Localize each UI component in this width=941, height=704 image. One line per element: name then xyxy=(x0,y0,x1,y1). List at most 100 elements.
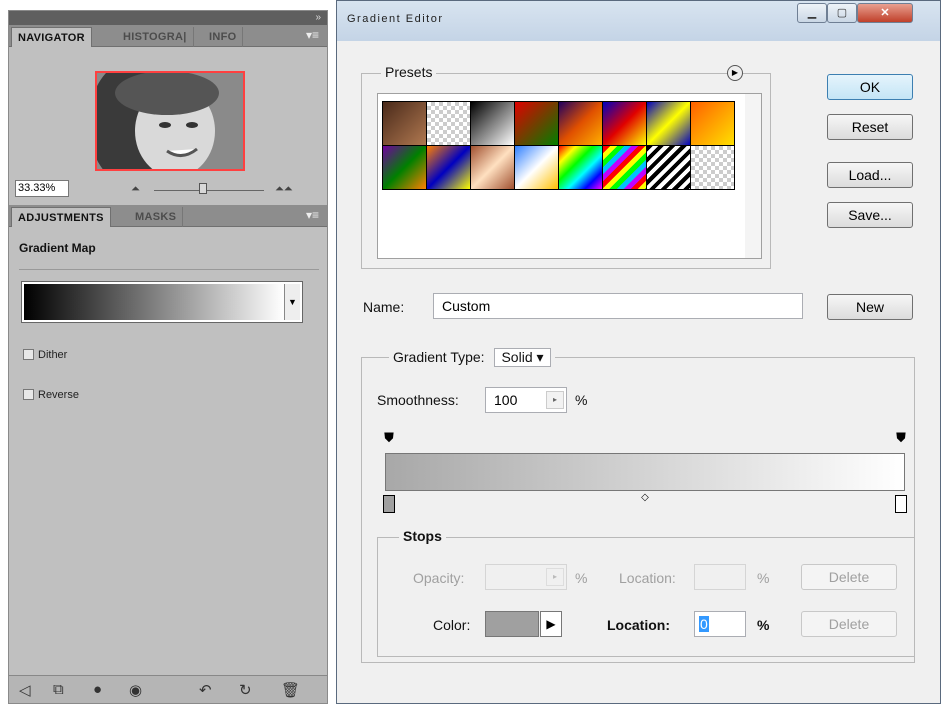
preset-swatch[interactable] xyxy=(558,145,603,190)
opacity-location-label: Location: xyxy=(619,570,676,586)
preset-swatch[interactable] xyxy=(382,145,427,190)
reset-icon[interactable]: ↻ xyxy=(239,681,252,699)
tab-masks[interactable]: MASKS xyxy=(129,207,184,227)
preset-swatch[interactable] xyxy=(470,145,515,190)
tab-info[interactable]: INFO xyxy=(203,27,244,47)
smoothness-percent: % xyxy=(575,392,588,408)
preset-swatch[interactable] xyxy=(646,145,691,190)
mask-icon[interactable]: ● xyxy=(93,681,102,698)
opacity-label: Opacity: xyxy=(413,570,465,586)
opacity-delete-button: Delete xyxy=(801,564,897,590)
preset-swatch[interactable] xyxy=(558,101,603,146)
smoothness-stepper-icon[interactable]: ▸ xyxy=(546,391,564,409)
reverse-checkbox[interactable]: Reverse xyxy=(23,389,79,401)
gradient-editor-dialog: Gradient Editor ▁ ▢ ✕ Presets ▶ OK Reset… xyxy=(336,0,941,704)
preset-swatch[interactable] xyxy=(426,101,471,146)
preset-swatch[interactable] xyxy=(470,101,515,146)
stops-label: Stops xyxy=(399,528,446,544)
color-stop-right-icon[interactable] xyxy=(895,495,907,513)
zoom-field[interactable]: 33.33% xyxy=(15,180,69,197)
dither-label: Dither xyxy=(38,349,68,361)
eye-icon[interactable]: ◉ xyxy=(129,681,142,699)
close-button[interactable]: ✕ xyxy=(857,3,913,23)
gradient-preview[interactable] xyxy=(24,284,284,320)
preset-swatch[interactable] xyxy=(602,145,647,190)
opacity-stop-left-icon[interactable]: ⛊ xyxy=(383,429,395,447)
opacity-percent: % xyxy=(575,570,588,586)
zoom-in-icon[interactable]: ⏶⏶ xyxy=(275,183,293,196)
photoshop-panels: » NAVIGATOR HISTOGRA| INFO ▾≡ 33.33% ⏶ ⏶… xyxy=(8,10,328,704)
name-field[interactable]: Custom xyxy=(433,293,803,319)
title-bar: Gradient Editor ▁ ▢ ✕ xyxy=(337,1,940,41)
presets-list[interactable] xyxy=(377,93,762,259)
name-label: Name: xyxy=(363,299,405,315)
color-stop-left-icon[interactable] xyxy=(383,495,395,513)
color-menu-arrow-icon[interactable]: ▶ xyxy=(540,611,562,637)
tab-navigator[interactable]: NAVIGATOR xyxy=(11,27,92,47)
preset-swatch[interactable] xyxy=(382,101,427,146)
dropdown-arrow-icon: ▾ xyxy=(536,349,544,365)
location-value: 0 xyxy=(699,616,709,632)
reverse-label: Reverse xyxy=(38,389,79,401)
preset-swatch[interactable] xyxy=(426,145,471,190)
presets-label: Presets xyxy=(381,64,437,80)
collapse-icon[interactable]: » xyxy=(315,11,321,25)
panel-menu-icon[interactable]: ▾≡ xyxy=(306,28,319,42)
preset-swatch[interactable] xyxy=(646,101,691,146)
navigator-preview[interactable] xyxy=(95,71,245,171)
smoothness-field[interactable]: 100 ▸ xyxy=(485,387,567,413)
tab-histogram[interactable]: HISTOGRA| xyxy=(117,27,194,47)
opacity-location-field xyxy=(694,564,746,590)
tab-adjustments[interactable]: ADJUSTMENTS xyxy=(11,207,111,227)
save-button[interactable]: Save... xyxy=(827,202,913,228)
clip-icon[interactable]: ⧉ xyxy=(53,681,64,698)
zoom-row: 33.33% ⏶ ⏶⏶ xyxy=(9,177,327,201)
color-label: Color: xyxy=(433,617,471,633)
preset-swatch[interactable] xyxy=(602,101,647,146)
presets-scrollbar[interactable] xyxy=(745,94,761,258)
divider xyxy=(19,269,319,270)
gradient-map-title: Gradient Map xyxy=(19,241,96,255)
trash-icon[interactable]: 🗑 xyxy=(281,681,300,699)
new-button[interactable]: New xyxy=(827,294,913,320)
load-button[interactable]: Load... xyxy=(827,162,913,188)
zoom-slider-thumb[interactable] xyxy=(199,183,207,194)
opacity-field: ▸ xyxy=(485,564,567,590)
navigator-tabbar: NAVIGATOR HISTOGRA| INFO ▾≡ xyxy=(9,25,327,47)
checkbox-box[interactable] xyxy=(23,349,34,360)
preset-swatch[interactable] xyxy=(514,101,559,146)
midpoint-diamond-icon[interactable]: ◇ xyxy=(639,489,651,507)
maximize-button[interactable]: ▢ xyxy=(827,3,857,23)
adjustments-menu-icon[interactable]: ▾≡ xyxy=(306,208,319,222)
gradient-bar[interactable] xyxy=(385,453,905,491)
opacity-location-percent: % xyxy=(757,570,770,586)
color-swatch[interactable] xyxy=(485,611,539,637)
view-previous-icon[interactable]: ↶ xyxy=(199,681,212,699)
gradient-type-select[interactable]: Solid ▾ xyxy=(494,348,551,367)
preset-swatch[interactable] xyxy=(690,145,735,190)
portrait-thumbnail xyxy=(97,73,243,169)
gradient-picker[interactable]: ▼ xyxy=(21,281,303,323)
preset-swatch[interactable] xyxy=(690,101,735,146)
opacity-stepper-icon: ▸ xyxy=(546,568,564,586)
presets-menu-icon[interactable]: ▶ xyxy=(727,65,743,81)
dither-checkbox[interactable]: Dither xyxy=(23,349,67,361)
opacity-stop-right-icon[interactable]: ⛊ xyxy=(895,429,907,447)
zoom-out-icon[interactable]: ⏶ xyxy=(131,183,140,196)
color-location-field[interactable]: 0 xyxy=(694,611,746,637)
panel-dock-header: » xyxy=(9,11,327,25)
reset-button[interactable]: Reset xyxy=(827,114,913,140)
ok-button[interactable]: OK xyxy=(827,74,913,100)
minimize-button[interactable]: ▁ xyxy=(797,3,827,23)
zoom-slider-track[interactable] xyxy=(154,190,264,191)
checkbox-box[interactable] xyxy=(23,389,34,400)
dropdown-arrow-icon[interactable]: ▼ xyxy=(284,284,300,320)
adjustments-tabbar: ADJUSTMENTS MASKS ▾≡ xyxy=(9,205,327,227)
color-location-percent: % xyxy=(757,617,770,633)
preset-swatch[interactable] xyxy=(514,145,559,190)
gradient-type-label: Gradient Type: xyxy=(393,349,485,365)
color-location-label: Location: xyxy=(607,617,670,633)
back-arrow-icon[interactable]: ◁ xyxy=(19,681,31,699)
color-delete-button: Delete xyxy=(801,611,897,637)
smoothness-label: Smoothness: xyxy=(377,392,459,408)
